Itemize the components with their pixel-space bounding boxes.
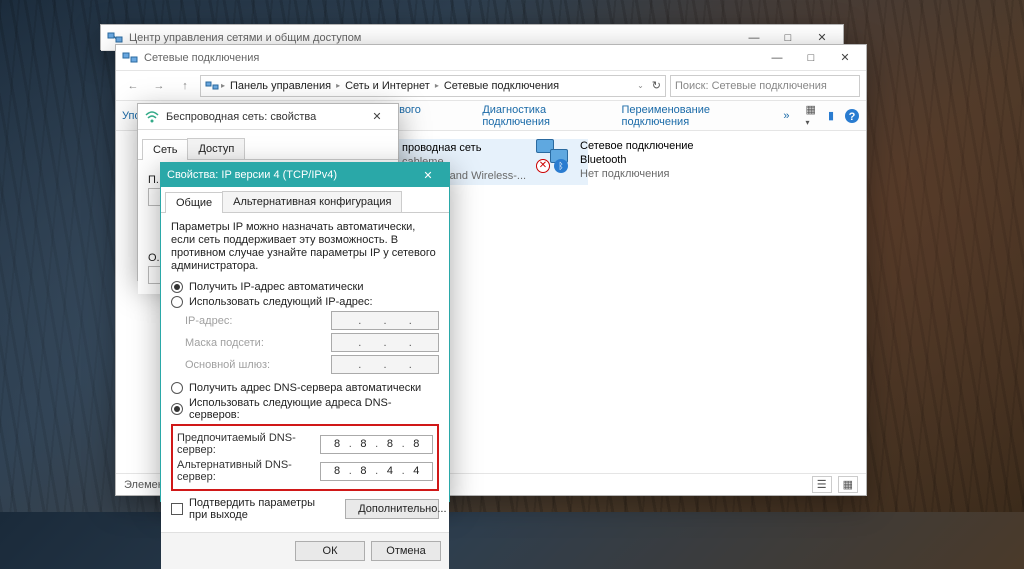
checkbox-icon bbox=[171, 503, 183, 515]
back-button[interactable]: ← bbox=[122, 75, 144, 97]
crumb-1[interactable]: Сеть и Интернет bbox=[342, 80, 433, 92]
item-sub1: Нет подключения bbox=[580, 167, 720, 181]
radio-label: Получить IP-адрес автоматически bbox=[189, 281, 363, 293]
field-label: IP-адрес: bbox=[185, 315, 325, 327]
dns1-input[interactable]: 8. 8. 8. 8 bbox=[320, 435, 433, 454]
title-text: Беспроводная сеть: свойства bbox=[166, 111, 360, 123]
item-name: проводная сеть bbox=[402, 141, 526, 155]
view-large-icon[interactable]: ▦ bbox=[838, 476, 858, 493]
chk-label: Подтвердить параметры при выходе bbox=[189, 497, 333, 521]
title-text: Центр управления сетями и общим доступом bbox=[129, 32, 737, 44]
radio-dns-auto[interactable]: Получить адрес DNS-сервера автоматически bbox=[171, 382, 439, 394]
bluetooth-connection-icon: ✕ ᛒ bbox=[536, 139, 572, 171]
mask-input: ... bbox=[331, 333, 439, 352]
radio-label: Использовать следующий IP-адрес: bbox=[189, 296, 373, 308]
breadcrumb-icon bbox=[205, 79, 219, 93]
tab-network[interactable]: Сеть bbox=[142, 139, 188, 160]
up-button[interactable]: ↑ bbox=[174, 75, 196, 97]
pane-options-icon[interactable]: ▮ bbox=[828, 109, 834, 122]
cmd-rename[interactable]: Переименование подключения bbox=[622, 104, 768, 128]
maximize-button[interactable]: □ bbox=[794, 47, 828, 69]
field-label: Основной шлюз: bbox=[185, 359, 325, 371]
bluetooth-icon: ᛒ bbox=[554, 159, 568, 173]
disconnected-x-icon: ✕ bbox=[536, 159, 550, 173]
tab-access[interactable]: Доступ bbox=[187, 138, 245, 159]
radio-icon bbox=[171, 403, 183, 415]
refresh-icon[interactable]: ↻ bbox=[652, 79, 661, 92]
radio-dns-manual[interactable]: Использовать следующие адреса DNS-сервер… bbox=[171, 397, 439, 421]
help-icon[interactable]: ? bbox=[844, 108, 860, 124]
field-label: Маска подсети: bbox=[185, 337, 325, 349]
minimize-button[interactable]: — bbox=[760, 47, 794, 69]
chk-validate[interactable]: Подтвердить параметры при выходе Дополни… bbox=[171, 497, 439, 521]
search-placeholder: Поиск: Сетевые подключения bbox=[675, 80, 827, 92]
wifi-tabs: Сеть Доступ bbox=[138, 134, 398, 160]
dns-highlight-frame: Предпочитаемый DNS-сервер: 8. 8. 8. 8 Ал… bbox=[171, 424, 439, 491]
dialog-ipv4-properties: Свойства: IP версии 4 (TCP/IPv4) ✕ Общие… bbox=[160, 162, 450, 502]
search-input[interactable]: Поиск: Сетевые подключения bbox=[670, 75, 860, 97]
titlebar-ipv4: Свойства: IP версии 4 (TCP/IPv4) ✕ bbox=[161, 163, 449, 187]
view-details-icon[interactable]: ☰ bbox=[812, 476, 832, 493]
titlebar-wifi-props: Беспроводная сеть: свойства ✕ bbox=[138, 104, 398, 130]
item-bluetooth[interactable]: ✕ ᛒ Сетевое подключение Bluetooth Нет по… bbox=[536, 139, 736, 181]
wifi-icon bbox=[144, 109, 160, 125]
field-ip: IP-адрес: ... bbox=[185, 311, 439, 330]
status-text: Элемен bbox=[124, 479, 164, 491]
ok-button[interactable]: ОК bbox=[295, 541, 365, 561]
radio-label: Получить адрес DNS-сервера автоматически bbox=[189, 382, 421, 394]
breadcrumb[interactable]: ▸ Панель управления ▸ Сеть и Интернет ▸ … bbox=[200, 75, 666, 97]
tab-general[interactable]: Общие bbox=[165, 192, 223, 213]
ipv4-description: Параметры IP можно назначать автоматичес… bbox=[171, 221, 439, 273]
ip-input: ... bbox=[331, 311, 439, 330]
tab-alt-config[interactable]: Альтернативная конфигурация bbox=[222, 191, 402, 212]
radio-icon bbox=[171, 296, 183, 308]
dns2-input[interactable]: 8. 8. 4. 4 bbox=[320, 462, 433, 481]
ipv4-body: Параметры IP можно назначать автоматичес… bbox=[161, 213, 449, 532]
radio-icon bbox=[171, 281, 183, 293]
title-text: Сетевые подключения bbox=[144, 52, 760, 64]
field-gateway: Основной шлюз: ... bbox=[185, 355, 439, 374]
radio-ip-manual[interactable]: Использовать следующий IP-адрес: bbox=[171, 296, 439, 308]
radio-icon bbox=[171, 382, 183, 394]
radio-ip-auto[interactable]: Получить IP-адрес автоматически bbox=[171, 281, 439, 293]
field-dns1: Предпочитаемый DNS-сервер: 8. 8. 8. 8 bbox=[177, 432, 433, 456]
dialog-buttons: ОК Отмена bbox=[161, 532, 449, 569]
item-name: Сетевое подключение Bluetooth bbox=[580, 139, 720, 167]
field-dns2: Альтернативный DNS-сервер: 8. 8. 4. 4 bbox=[177, 459, 433, 483]
chevron-down-icon[interactable]: ⌄ bbox=[637, 81, 644, 90]
field-mask: Маска подсети: ... bbox=[185, 333, 439, 352]
field-label: Предпочитаемый DNS-сервер: bbox=[177, 432, 314, 456]
close-button[interactable]: ✕ bbox=[828, 47, 862, 69]
ipv4-tabs: Общие Альтернативная конфигурация bbox=[161, 187, 449, 213]
crumb-0[interactable]: Панель управления bbox=[227, 80, 334, 92]
crumb-2[interactable]: Сетевые подключения bbox=[441, 80, 562, 92]
view-options-icon[interactable]: ▦ ▾ bbox=[805, 103, 817, 128]
svg-text:?: ? bbox=[849, 111, 856, 123]
cmd-more[interactable]: » bbox=[783, 110, 789, 122]
cmd-diagnose[interactable]: Диагностика подключения bbox=[482, 104, 605, 128]
close-button[interactable]: ✕ bbox=[360, 106, 394, 128]
forward-button[interactable]: → bbox=[148, 75, 170, 97]
field-label: Альтернативный DNS-сервер: bbox=[177, 459, 314, 483]
nav-toolbar: ← → ↑ ▸ Панель управления ▸ Сеть и Интер… bbox=[116, 71, 866, 101]
titlebar-connections: Сетевые подключения — □ ✕ bbox=[116, 45, 866, 71]
close-button[interactable]: ✕ bbox=[411, 164, 445, 186]
connections-icon bbox=[122, 50, 138, 66]
advanced-button[interactable]: Дополнительно... bbox=[345, 499, 439, 519]
cancel-button[interactable]: Отмена bbox=[371, 541, 441, 561]
gateway-input: ... bbox=[331, 355, 439, 374]
radio-label: Использовать следующие адреса DNS-сервер… bbox=[189, 397, 439, 421]
title-text: Свойства: IP версии 4 (TCP/IPv4) bbox=[167, 169, 411, 181]
